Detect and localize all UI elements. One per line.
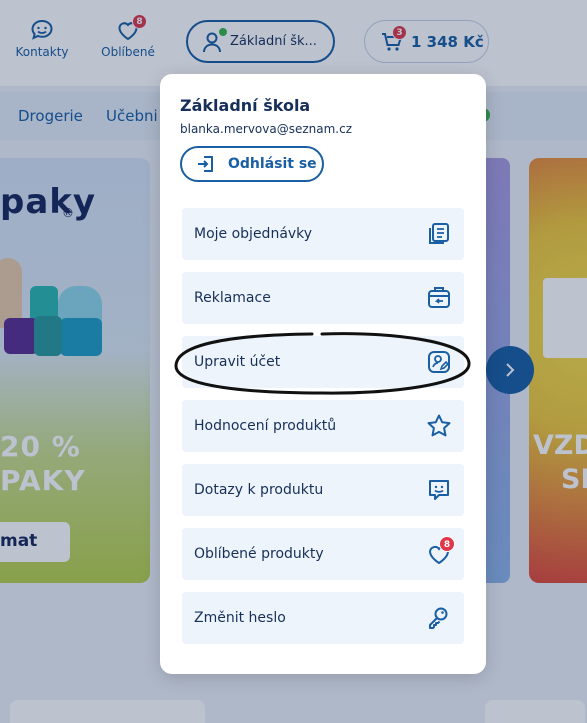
logout-label: Odhlásit se: [228, 156, 317, 172]
menu-item-label: Hodnocení produktů: [194, 418, 337, 434]
star-icon: [426, 413, 452, 439]
menu-item-change-password[interactable]: Změnit heslo: [182, 592, 464, 644]
menu-item-product-ratings[interactable]: Hodnocení produktů: [182, 400, 464, 452]
menu-item-label: Moje objednávky: [194, 226, 313, 242]
complaint-icon: [426, 285, 452, 311]
logout-button[interactable]: Odhlásit se: [180, 146, 324, 182]
menu-item-label: Reklamace: [194, 290, 271, 306]
edit-account-icon: [426, 349, 452, 375]
logout-icon: [198, 156, 213, 172]
account-title: Základní škola: [180, 96, 311, 115]
account-email: blanka.mervova@seznam.cz: [180, 122, 353, 136]
menu-item-orders[interactable]: Moje objednávky: [182, 208, 464, 260]
menu-item-edit-account[interactable]: Upravit účet: [182, 336, 464, 388]
menu-item-label: Upravit účet: [194, 354, 281, 370]
favorites-count-badge: 8: [439, 536, 455, 552]
question-chat-icon: [426, 477, 452, 503]
menu-item-favorite-products[interactable]: Oblíbené produkty 8: [182, 528, 464, 580]
menu-item-label: Změnit heslo: [194, 610, 286, 626]
menu-item-complaints[interactable]: Reklamace: [182, 272, 464, 324]
key-icon: [426, 605, 452, 631]
orders-icon: [426, 221, 452, 247]
heart-icon: 8: [426, 536, 455, 567]
menu-item-product-questions[interactable]: Dotazy k produktu: [182, 464, 464, 516]
menu-item-label: Oblíbené produkty: [194, 546, 324, 562]
menu-item-label: Dotazy k produktu: [194, 482, 324, 498]
account-dropdown: Základní škola blanka.mervova@seznam.cz …: [160, 74, 486, 674]
